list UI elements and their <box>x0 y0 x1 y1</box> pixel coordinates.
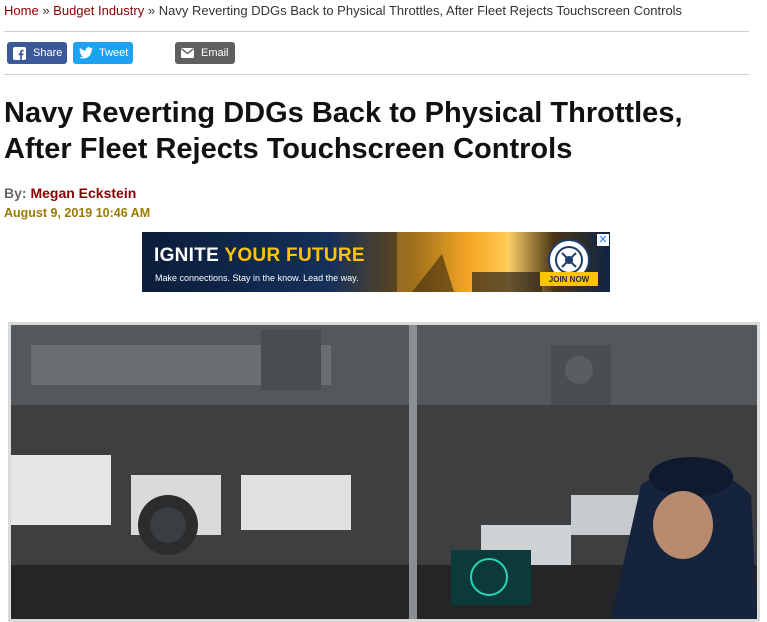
twitter-tweet-button[interactable]: Tweet <box>73 42 133 64</box>
facebook-share-button[interactable]: Share <box>7 42 67 64</box>
byline-label: By: <box>4 185 27 201</box>
breadcrumb-current: Navy Reverting DDGs Back to Physical Thr… <box>158 3 683 18</box>
ad-headline-yellow: YOUR FUTURE <box>224 245 365 266</box>
divider-top <box>4 31 749 32</box>
ad-headline-white: IGNITE <box>154 245 225 266</box>
ship-bridge-photo <box>11 325 757 619</box>
email-share-button[interactable]: Email <box>175 42 235 64</box>
ad-close-icon[interactable]: ✕ <box>597 234 609 246</box>
envelope-icon <box>180 46 195 61</box>
article-title: Navy Reverting DDGs Back to Physical Thr… <box>4 97 683 165</box>
breadcrumb-separator: » <box>42 3 50 18</box>
facebook-share-label: Share <box>33 47 63 59</box>
ad-join-now-button[interactable]: JOIN NOW <box>540 272 598 286</box>
breadcrumb-separator: » <box>147 3 156 18</box>
publish-date: August 9, 2019 10:46 AM <box>4 206 151 220</box>
breadcrumb-section-link[interactable]: Budget Industry <box>53 3 144 18</box>
facebook-icon <box>12 46 27 61</box>
byline: By: Megan Eckstein <box>4 185 136 201</box>
ad-headline: IGNITE YOUR FUTURE <box>154 245 365 267</box>
author-link[interactable]: Megan Eckstein <box>30 185 136 201</box>
breadcrumb: Home » Budget Industry » Navy Reverting … <box>4 3 682 18</box>
ad-subline: Make connections. Stay in the know. Lead… <box>155 273 359 283</box>
twitter-tweet-label: Tweet <box>99 47 129 59</box>
twitter-bird-icon <box>78 46 93 61</box>
article-photo <box>8 322 760 622</box>
email-share-label: Email <box>201 47 229 59</box>
breadcrumb-home-link[interactable]: Home <box>4 3 39 18</box>
divider-bottom <box>4 74 749 75</box>
